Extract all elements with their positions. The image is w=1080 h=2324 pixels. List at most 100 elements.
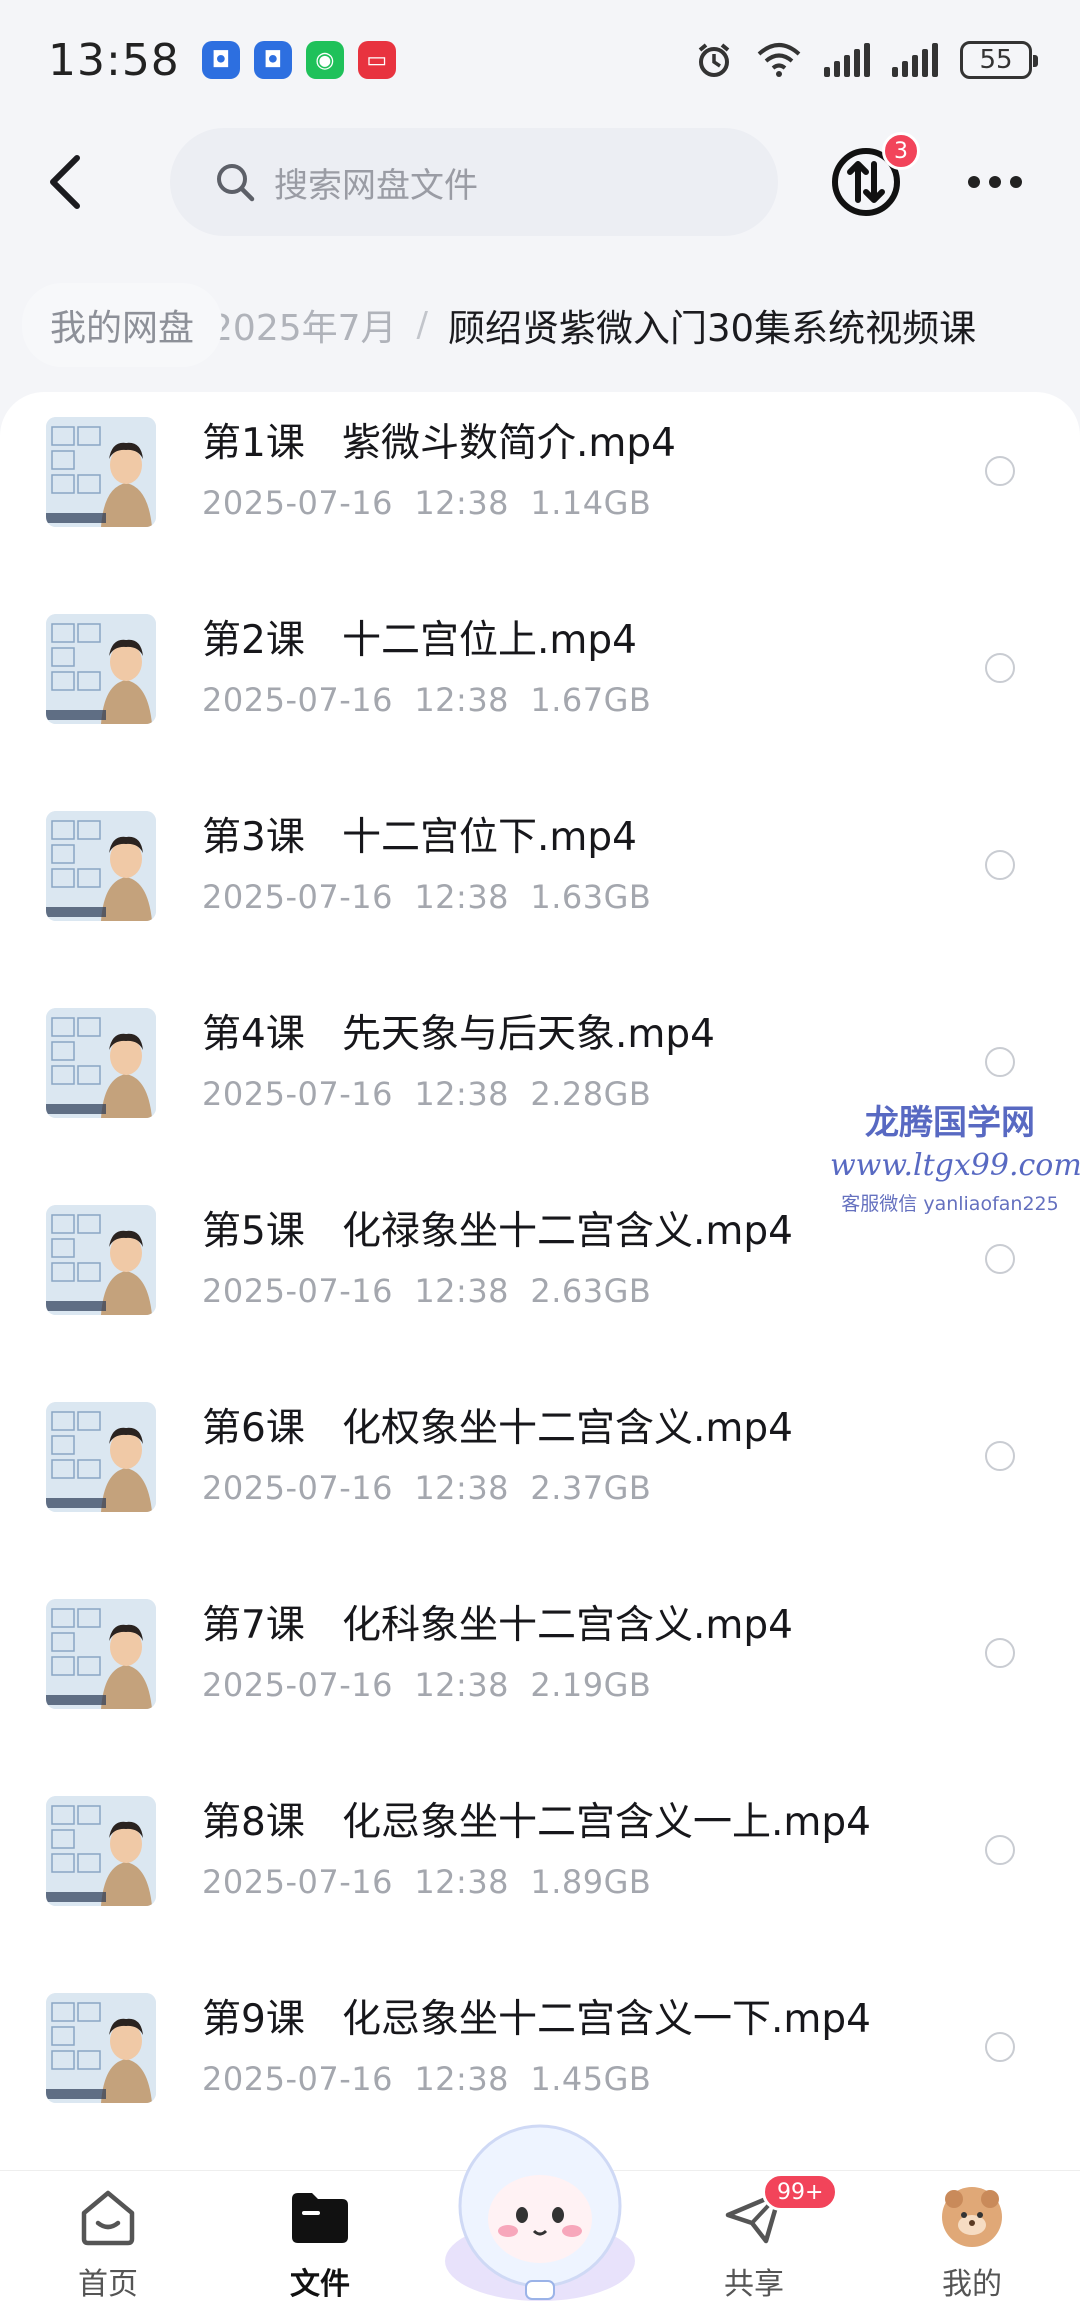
file-meta: 2025-07-16 12:38 1.14GB [202, 484, 651, 522]
wechat-icon: ◉ [305, 41, 344, 79]
breadcrumb: 我的网盘 2025年7月 / 顾绍贤紫微入门30集系统视频课 [0, 270, 1080, 380]
file-time: 12:38 [414, 878, 510, 916]
meta-gap [509, 1469, 530, 1507]
file-row[interactable]: 第6课 化权象坐十二宫含义.mp4 2025-07-16 12:38 2.37GB [0, 1377, 1080, 1572]
nav-share[interactable]: 99+ 共享 [694, 2173, 839, 2303]
file-date: 2025-07-16 [202, 1075, 393, 1113]
chevron-left-icon [50, 155, 80, 209]
file-size: 1.14GB [530, 484, 652, 522]
meta-gap [509, 878, 530, 916]
signal-icon [824, 43, 870, 77]
file-size: 1.67GB [530, 681, 652, 719]
file-date: 2025-07-16 [202, 1272, 393, 1310]
file-meta: 2025-07-16 12:38 2.28GB [202, 1075, 651, 1113]
back-button[interactable] [30, 147, 100, 217]
file-row[interactable]: 第2课 十二宫位上.mp4 2025-07-16 12:38 1.67GB [0, 589, 1080, 784]
file-date: 2025-07-16 [202, 2060, 393, 2098]
nav-share-label: 共享 [724, 2267, 784, 2302]
file-date: 2025-07-16 [202, 1469, 393, 1507]
search-icon [217, 164, 255, 202]
meta-gap [393, 1075, 414, 1113]
file-date: 2025-07-16 [202, 1863, 393, 1901]
file-name: 第3课 十二宫位下.mp4 [202, 815, 637, 860]
nav-mine[interactable]: 我的 [912, 2185, 1032, 2303]
alarm-icon [698, 43, 730, 77]
select-checkbox[interactable] [985, 1244, 1015, 1274]
transfer-list-button[interactable]: 3 [826, 132, 920, 222]
message-icon: ▭ [357, 41, 396, 79]
meta-gap [509, 1075, 530, 1113]
select-checkbox[interactable] [985, 2032, 1015, 2062]
meta-gap [393, 1469, 414, 1507]
file-name: 第4课 先天象与后天象.mp4 [202, 1012, 715, 1057]
mascot-icon [445, 2124, 635, 2301]
meta-gap [509, 681, 530, 719]
file-meta: 2025-07-16 12:38 2.63GB [202, 1272, 651, 1310]
select-checkbox[interactable] [985, 1835, 1015, 1865]
search-placeholder: 搜索网盘文件 [274, 165, 478, 206]
file-size: 2.63GB [530, 1272, 652, 1310]
wifi-icon [757, 43, 801, 77]
more-options-button[interactable] [968, 176, 1022, 188]
search-input[interactable]: 搜索网盘文件 [170, 128, 778, 236]
bottom-nav: 首页 文件 99+ 共享 我的 [0, 2124, 1080, 2324]
more-dot-icon [968, 176, 980, 188]
file-time: 12:38 [414, 1666, 510, 1704]
select-checkbox[interactable] [985, 1638, 1015, 1668]
breadcrumb-root[interactable]: 我的网盘 [22, 283, 223, 367]
meta-gap [393, 1863, 414, 1901]
breadcrumb-folder[interactable]: 2025年7月 [210, 299, 397, 351]
avatar [940, 2185, 1004, 2249]
mascot-assistant-button[interactable] [430, 2111, 650, 2311]
status-bar: 13:58 ◘ ◘ ◉ ▭ 55 [0, 0, 1080, 120]
video-thumbnail [46, 1402, 156, 1512]
file-row[interactable]: 第3课 十二宫位下.mp4 2025-07-16 12:38 1.63GB [0, 786, 1080, 981]
file-name: 第5课 化禄象坐十二宫含义.mp4 [202, 1209, 793, 1254]
file-row[interactable]: 第1课 紫微斗数简介.mp4 2025-07-16 12:38 1.14GB [0, 392, 1080, 587]
meta-gap [509, 2060, 530, 2098]
file-meta: 2025-07-16 12:38 2.19GB [202, 1666, 651, 1704]
watermark-title: 龙腾国学网 [865, 1103, 1035, 1143]
file-time: 12:38 [414, 1272, 510, 1310]
app-notification-icon: ◘ [201, 41, 240, 79]
meta-gap [393, 1272, 414, 1310]
file-meta: 2025-07-16 12:38 1.89GB [202, 1863, 651, 1901]
file-date: 2025-07-16 [202, 484, 393, 522]
nav-files[interactable]: 文件 [260, 2185, 380, 2303]
screen: 13:58 ◘ ◘ ◉ ▭ 55 搜索网盘文件 3 我的网盘 2025年7月 /… [0, 0, 1080, 2324]
file-meta: 2025-07-16 12:38 1.45GB [202, 2060, 651, 2098]
file-meta: 2025-07-16 12:38 1.67GB [202, 681, 651, 719]
select-checkbox[interactable] [985, 850, 1015, 880]
file-row[interactable]: 第7课 化科象坐十二宫含义.mp4 2025-07-16 12:38 2.19GB [0, 1574, 1080, 1769]
file-size: 1.63GB [530, 878, 652, 916]
select-checkbox[interactable] [985, 1441, 1015, 1471]
file-size: 2.37GB [530, 1469, 652, 1507]
meta-gap [393, 2060, 414, 2098]
video-thumbnail [46, 1599, 156, 1709]
nav-home-label: 首页 [78, 2267, 138, 2302]
file-name: 第8课 化忌象坐十二宫含义一上.mp4 [202, 1800, 871, 1845]
video-thumbnail [46, 1796, 156, 1906]
battery-level: 55 [979, 45, 1013, 75]
video-thumbnail [46, 614, 156, 724]
more-dot-icon [1010, 176, 1022, 188]
video-thumbnail [46, 811, 156, 921]
signal-icon [892, 43, 938, 77]
select-checkbox[interactable] [985, 1047, 1015, 1077]
file-time: 12:38 [414, 1863, 510, 1901]
file-date: 2025-07-16 [202, 878, 393, 916]
file-row[interactable]: 第8课 化忌象坐十二宫含义一上.mp4 2025-07-16 12:38 1.89… [0, 1771, 1080, 1966]
select-checkbox[interactable] [985, 456, 1015, 486]
meta-gap [509, 1272, 530, 1310]
meta-gap [509, 1666, 530, 1704]
more-dot-icon [989, 176, 1001, 188]
file-time: 12:38 [414, 1075, 510, 1113]
file-time: 12:38 [414, 1469, 510, 1507]
nav-home[interactable]: 首页 [48, 2185, 168, 2303]
select-checkbox[interactable] [985, 653, 1015, 683]
nav-files-label: 文件 [290, 2267, 350, 2302]
file-size: 1.89GB [530, 1863, 652, 1901]
home-icon [76, 2185, 140, 2249]
meta-gap [393, 1666, 414, 1704]
meta-gap [509, 1863, 530, 1901]
